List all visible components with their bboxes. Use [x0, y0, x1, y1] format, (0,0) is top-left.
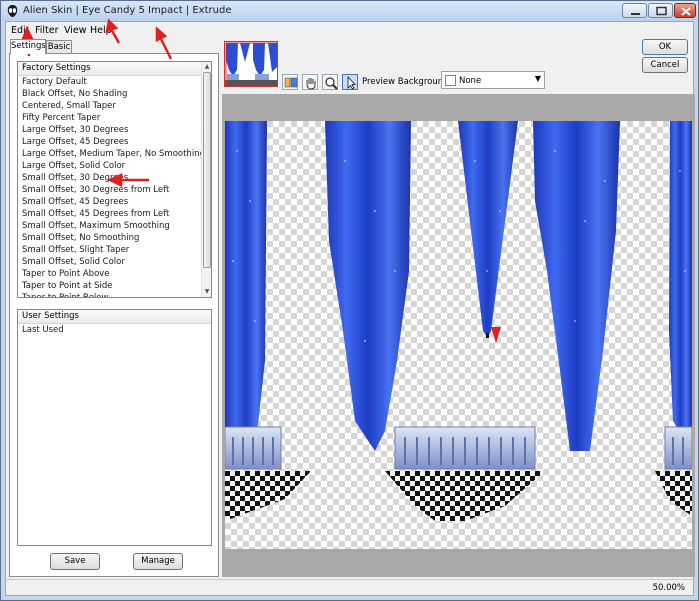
- list-item[interactable]: Taper to Point Above: [18, 268, 211, 280]
- preview-toggle-icon: [284, 77, 298, 88]
- user-settings-header: User Settings: [18, 310, 211, 324]
- preview-background-label: Preview Background:: [362, 77, 452, 87]
- preview-pane[interactable]: [222, 94, 695, 577]
- menu-filter[interactable]: Filter: [35, 25, 59, 36]
- list-item[interactable]: Small Offset, 30 Degrees: [18, 172, 211, 184]
- factory-settings-items: Factory Default Black Offset, No Shading C…: [18, 76, 211, 297]
- hand-pan-icon: [306, 78, 316, 90]
- list-item[interactable]: Taper to Point Below: [18, 292, 211, 297]
- preview-background-value: None: [459, 76, 482, 86]
- dialog-client: Edit Filter View Help Settings Basic Fac…: [5, 21, 695, 596]
- list-item[interactable]: Centered, Small Taper: [18, 100, 211, 112]
- title-bar: Alien Skin | Eye Candy 5 Impact | Extrud…: [1, 1, 698, 21]
- minimize-button[interactable]: [622, 3, 647, 18]
- status-bar: 50.00%: [6, 579, 693, 595]
- zoom-magnifier-icon: [325, 77, 338, 90]
- list-item[interactable]: Small Offset, 45 Degrees: [18, 196, 211, 208]
- scroll-down-icon[interactable]: ▼: [202, 287, 211, 297]
- ok-button[interactable]: OK: [642, 39, 688, 55]
- app-window: Alien Skin | Eye Candy 5 Impact | Extrud…: [0, 0, 699, 601]
- list-item[interactable]: Taper to Point at Side: [18, 280, 211, 292]
- list-item[interactable]: Small Offset, Solid Color: [18, 256, 211, 268]
- list-item[interactable]: Large Offset, 45 Degrees: [18, 136, 211, 148]
- preview-navigator-thumbnail[interactable]: [224, 41, 278, 87]
- background-swatch-icon: [445, 75, 456, 86]
- user-settings-list[interactable]: User Settings Last Used: [17, 309, 212, 546]
- hand-pan-button[interactable]: [302, 74, 318, 90]
- list-item[interactable]: Fifty Percent Taper: [18, 112, 211, 124]
- close-button[interactable]: [674, 3, 696, 18]
- close-icon: [681, 7, 691, 16]
- cancel-button[interactable]: Cancel: [642, 57, 688, 73]
- preview-toggle-button[interactable]: [282, 74, 298, 90]
- tab-settings[interactable]: Settings: [10, 39, 46, 54]
- window-title: Alien Skin | Eye Candy 5 Impact | Extrud…: [23, 5, 232, 16]
- minimize-icon: [631, 13, 640, 15]
- menu-view[interactable]: View: [64, 25, 87, 36]
- save-button[interactable]: Save: [50, 553, 100, 570]
- list-item[interactable]: Large Offset, 30 Degrees: [18, 124, 211, 136]
- maximize-icon: [656, 6, 667, 16]
- preview-canvas[interactable]: [225, 121, 692, 549]
- arrow-pointer-button[interactable]: [342, 74, 358, 90]
- list-item[interactable]: Large Offset, Solid Color: [18, 160, 211, 172]
- list-item[interactable]: Last Used: [18, 324, 211, 336]
- settings-panel: Factory Settings Factory Default Black Of…: [9, 53, 219, 577]
- dropdown-arrow-icon: ▼: [534, 74, 541, 83]
- scroll-thumb[interactable]: [203, 72, 211, 268]
- menu-edit[interactable]: Edit: [11, 25, 29, 36]
- red-pointer-marker-icon: [491, 327, 501, 343]
- maximize-button[interactable]: [648, 3, 673, 18]
- list-item[interactable]: Small Offset, Maximum Smoothing: [18, 220, 211, 232]
- list-item[interactable]: Small Offset, 45 Degrees from Left: [18, 208, 211, 220]
- arrow-pointer-icon: [347, 76, 356, 90]
- alien-skin-logo-icon: [7, 5, 18, 17]
- preview-background-select[interactable]: None ▼: [441, 71, 545, 89]
- tab-basic[interactable]: Basic: [46, 40, 72, 54]
- zoom-level: 50.00%: [652, 583, 685, 593]
- menu-help[interactable]: Help: [90, 25, 112, 36]
- list-item[interactable]: Large Offset, Medium Taper, No Smoothing: [18, 148, 211, 160]
- list-item[interactable]: Small Offset, 30 Degrees from Left: [18, 184, 211, 196]
- list-item[interactable]: Small Offset, No Smoothing: [18, 232, 211, 244]
- list-item[interactable]: Factory Default: [18, 76, 211, 88]
- factory-settings-header: Factory Settings: [18, 62, 211, 76]
- manage-button[interactable]: Manage: [133, 553, 183, 570]
- menu-bar: Edit Filter View Help: [6, 22, 693, 39]
- list-item[interactable]: Small Offset, Slight Taper: [18, 244, 211, 256]
- list-item[interactable]: Black Offset, No Shading: [18, 88, 211, 100]
- curtains-preview-image: [225, 121, 692, 521]
- factory-settings-list[interactable]: Factory Settings Factory Default Black Of…: [17, 61, 212, 298]
- zoom-button[interactable]: [322, 74, 338, 90]
- scroll-up-icon[interactable]: ▲: [202, 62, 211, 72]
- factory-list-scrollbar[interactable]: ▲ ▼: [201, 62, 211, 297]
